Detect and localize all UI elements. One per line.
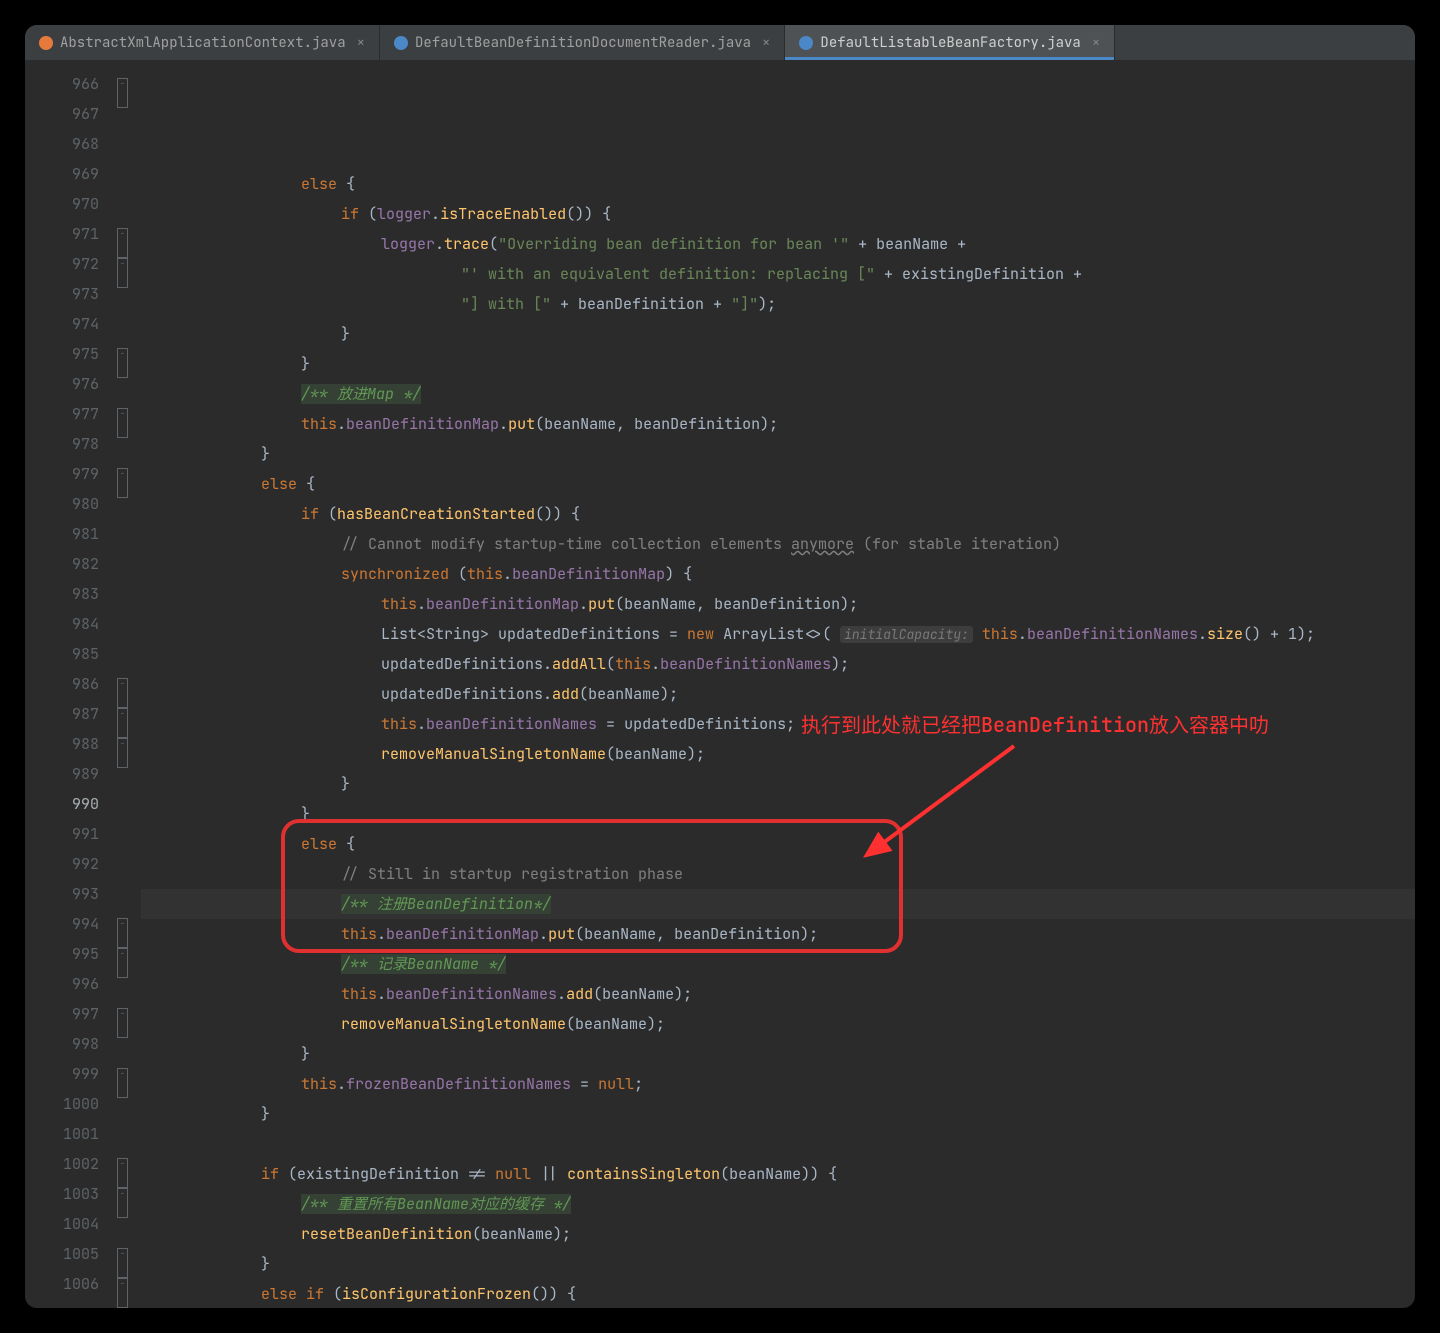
line-number: 1005 — [25, 1239, 113, 1269]
code-line[interactable]: else { — [141, 169, 1415, 199]
editor-window: AbstractXmlApplicationContext.java×Defau… — [25, 25, 1415, 1308]
line-number: 980 — [25, 489, 113, 519]
line-number: 981 — [25, 519, 113, 549]
editor: 9669679689699709719729739749759769779789… — [25, 61, 1415, 1308]
line-number: 972 — [25, 249, 113, 279]
line-number: 1000 — [25, 1089, 113, 1119]
code-line[interactable]: this.frozenBeanDefinitionNames = null; — [141, 1069, 1415, 1099]
code-line[interactable]: else { — [141, 829, 1415, 859]
code-line[interactable]: resetBeanDefinition(beanName); — [141, 1219, 1415, 1249]
code-line[interactable]: } — [141, 799, 1415, 829]
code-line[interactable]: } — [141, 439, 1415, 469]
code-line[interactable] — [141, 1129, 1415, 1159]
code-line[interactable]: /** 注册BeanDefinition*/ — [141, 889, 1415, 919]
code-line[interactable]: } — [141, 1249, 1415, 1279]
code-line[interactable]: logger.trace("Overriding bean definition… — [141, 229, 1415, 259]
code-line[interactable]: /** 记录BeanName */ — [141, 949, 1415, 979]
code-line[interactable]: removeManualSingletonName(beanName); — [141, 739, 1415, 769]
code-line[interactable]: if (logger.isTraceEnabled()) { — [141, 199, 1415, 229]
line-number: 975 — [25, 339, 113, 369]
line-number: 995 — [25, 939, 113, 969]
line-number: 991 — [25, 819, 113, 849]
code-line[interactable]: this.beanDefinitionMap.put(beanName, bea… — [141, 919, 1415, 949]
code-line[interactable]: // Cannot modify startup-time collection… — [141, 529, 1415, 559]
java-class-icon — [39, 36, 53, 50]
java-class-icon — [394, 36, 408, 50]
line-number: 989 — [25, 759, 113, 789]
tab-2[interactable]: DefaultListableBeanFactory.java × — [785, 25, 1115, 60]
close-icon[interactable]: × — [762, 34, 770, 52]
tab-bar: AbstractXmlApplicationContext.java×Defau… — [25, 25, 1415, 61]
line-number: 976 — [25, 369, 113, 399]
java-class-icon — [799, 36, 813, 50]
line-number: 993 — [25, 879, 113, 909]
line-number: 966 — [25, 69, 113, 99]
code-line[interactable]: this.beanDefinitionMap.put(beanName, bea… — [141, 409, 1415, 439]
line-number: 987 — [25, 699, 113, 729]
line-number: 990 — [25, 789, 113, 819]
line-number: 973 — [25, 279, 113, 309]
line-number: 983 — [25, 579, 113, 609]
code-line[interactable]: removeManualSingletonName(beanName); — [141, 1009, 1415, 1039]
line-number: 978 — [25, 429, 113, 459]
code-line[interactable]: } — [141, 769, 1415, 799]
fold-strip: ----------------- — [113, 61, 141, 1308]
line-number: 967 — [25, 99, 113, 129]
tab-label: DefaultBeanDefinitionDocumentReader.java — [415, 34, 751, 52]
line-number: 996 — [25, 969, 113, 999]
code-line[interactable]: } — [141, 1099, 1415, 1129]
line-number: 1002 — [25, 1149, 113, 1179]
code-area[interactable]: 执行到此处就已经把BeanDefinition放入容器中叻 else {if (… — [141, 61, 1415, 1308]
line-number: 986 — [25, 669, 113, 699]
line-number: 997 — [25, 999, 113, 1029]
line-number: 971 — [25, 219, 113, 249]
code-line[interactable]: this.beanDefinitionNames.add(beanName); — [141, 979, 1415, 1009]
line-number: 1001 — [25, 1119, 113, 1149]
code-line[interactable]: } — [141, 1039, 1415, 1069]
tab-0[interactable]: AbstractXmlApplicationContext.java × — [25, 25, 380, 60]
line-number: 1006 — [25, 1269, 113, 1299]
code-line[interactable]: /** 重置所有BeanName对应的缓存 */ — [141, 1189, 1415, 1219]
code-line[interactable]: this.beanDefinitionMap.put(beanName, bea… — [141, 589, 1415, 619]
line-number: 985 — [25, 639, 113, 669]
code-line[interactable]: else if (isConfigurationFrozen()) { — [141, 1279, 1415, 1308]
line-number: 979 — [25, 459, 113, 489]
code-line[interactable]: /** 放进Map */ — [141, 379, 1415, 409]
code-line[interactable]: updatedDefinitions.addAll(this.beanDefin… — [141, 649, 1415, 679]
code-line[interactable]: // Still in startup registration phase — [141, 859, 1415, 889]
line-number: 974 — [25, 309, 113, 339]
line-number: 988 — [25, 729, 113, 759]
line-number: 999 — [25, 1059, 113, 1089]
line-number: 968 — [25, 129, 113, 159]
code-line[interactable]: List<String> updatedDefinitions = new Ar… — [141, 619, 1415, 649]
close-icon[interactable]: × — [1092, 34, 1100, 52]
line-number: 998 — [25, 1029, 113, 1059]
line-number: 1004 — [25, 1209, 113, 1239]
line-number: 969 — [25, 159, 113, 189]
code-line[interactable]: if (existingDefinition != null || contai… — [141, 1159, 1415, 1189]
tab-label: AbstractXmlApplicationContext.java — [60, 34, 346, 52]
line-number: 970 — [25, 189, 113, 219]
code-line[interactable]: this.beanDefinitionNames = updatedDefini… — [141, 709, 1415, 739]
close-icon[interactable]: × — [357, 34, 365, 52]
code-line[interactable]: } — [141, 319, 1415, 349]
code-line[interactable]: "' with an equivalent definition: replac… — [141, 259, 1415, 289]
line-number: 982 — [25, 549, 113, 579]
code-line[interactable]: updatedDefinitions.add(beanName); — [141, 679, 1415, 709]
tab-1[interactable]: DefaultBeanDefinitionDocumentReader.java… — [380, 25, 785, 60]
tab-label: DefaultListableBeanFactory.java — [820, 34, 1080, 52]
line-number: 1003 — [25, 1179, 113, 1209]
code-line[interactable]: synchronized (this.beanDefinitionMap) { — [141, 559, 1415, 589]
line-number: 992 — [25, 849, 113, 879]
fold-icon[interactable]: - — [117, 1278, 128, 1308]
code-line[interactable]: else { — [141, 469, 1415, 499]
line-number: 984 — [25, 609, 113, 639]
code-line[interactable]: } — [141, 349, 1415, 379]
line-number: 994 — [25, 909, 113, 939]
code-line[interactable]: if (hasBeanCreationStarted()) { — [141, 499, 1415, 529]
code-line[interactable]: "] with [" + beanDefinition + "]"); — [141, 289, 1415, 319]
line-number: 977 — [25, 399, 113, 429]
gutter: 9669679689699709719729739749759769779789… — [25, 61, 113, 1308]
